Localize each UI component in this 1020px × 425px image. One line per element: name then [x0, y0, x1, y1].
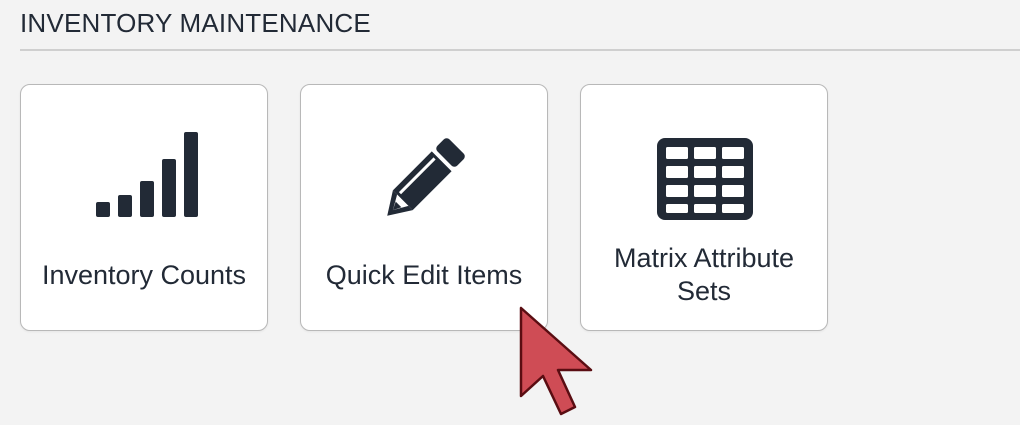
tile-label: Inventory Counts: [41, 259, 247, 290]
section-header: INVENTORY MAINTENANCE: [20, 6, 1020, 51]
pencil-icon: [369, 129, 479, 229]
tile-label: Quick Edit Items: [325, 259, 523, 290]
section-title: INVENTORY MAINTENANCE: [20, 8, 371, 38]
tile-grid: Inventory Counts Quick Edit Items Matrix…: [20, 84, 828, 331]
tile-label: Matrix Attribute Sets: [613, 243, 795, 306]
inventory-counts-tile[interactable]: Inventory Counts: [20, 84, 268, 331]
quick-edit-items-tile[interactable]: Quick Edit Items: [300, 84, 548, 331]
signal-bars-icon: [89, 129, 199, 229]
matrix-attribute-sets-tile[interactable]: Matrix Attribute Sets: [580, 84, 828, 331]
table-grid-icon: [649, 129, 759, 229]
